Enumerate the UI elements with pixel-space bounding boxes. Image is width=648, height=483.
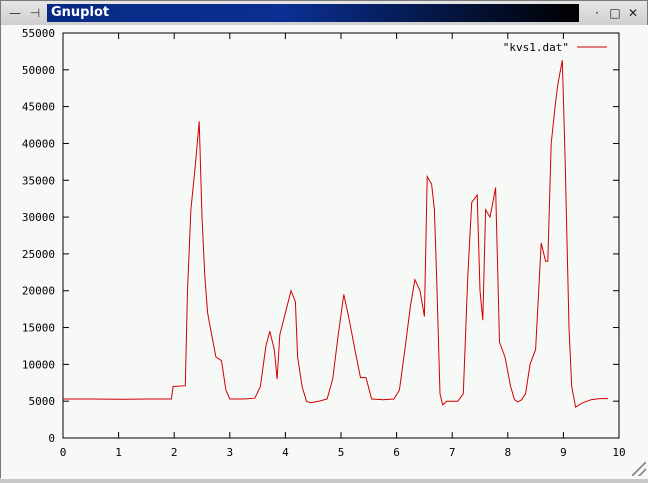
resize-grip[interactable] — [632, 462, 646, 476]
y-tick-label: 50000 — [22, 64, 55, 77]
close-icon[interactable]: ✕ — [625, 5, 641, 21]
x-tick-label: 0 — [60, 446, 67, 459]
plot-area: 0 5000 10000 15000 20000 25000 30000 35000 40000… — [1, 25, 648, 479]
x-tick-label: 3 — [226, 446, 233, 459]
window-title: Gnuplot — [47, 4, 579, 22]
gnuplot-window: — ⊣ Gnuplot · □ ✕ 0 5000 10000 15000 20000 25… — [0, 0, 648, 479]
series-line — [63, 60, 608, 408]
y-tick-label: 0 — [48, 432, 55, 445]
y-tick-label: 35000 — [22, 174, 55, 187]
x-tick-label: 4 — [282, 446, 289, 459]
pin-icon[interactable]: ⊣ — [27, 5, 43, 21]
maximize-icon[interactable]: □ — [607, 5, 623, 21]
x-tick-label: 2 — [171, 446, 178, 459]
y-tick-label: 5000 — [29, 395, 56, 408]
y-tick-label: 10000 — [22, 358, 55, 371]
y-tick-label: 30000 — [22, 211, 55, 224]
y-tick-label: 40000 — [22, 137, 55, 150]
minimize-icon[interactable]: · — [589, 5, 605, 21]
plot-frame — [62, 32, 620, 439]
legend-label: "kvs1.dat" — [503, 41, 569, 54]
x-tick-label: 6 — [393, 446, 400, 459]
title-bar[interactable]: — ⊣ Gnuplot · □ ✕ — [1, 1, 647, 26]
minus-icon[interactable]: — — [7, 5, 23, 21]
x-tick-label: 7 — [449, 446, 456, 459]
chart-svg: 0 5000 10000 15000 20000 25000 30000 35000 40000… — [22, 27, 626, 459]
y-tick-label: 25000 — [22, 248, 55, 261]
y-tick-label: 20000 — [22, 285, 55, 298]
y-tick-label: 45000 — [22, 101, 55, 114]
y-tick-label: 15000 — [22, 322, 55, 335]
x-tick-label: 1 — [115, 446, 122, 459]
x-tick-label: 9 — [560, 446, 567, 459]
x-tick-label: 8 — [504, 446, 511, 459]
y-tick-label: 55000 — [22, 27, 55, 40]
x-tick-label: 10 — [612, 446, 625, 459]
x-tick-label: 5 — [338, 446, 345, 459]
